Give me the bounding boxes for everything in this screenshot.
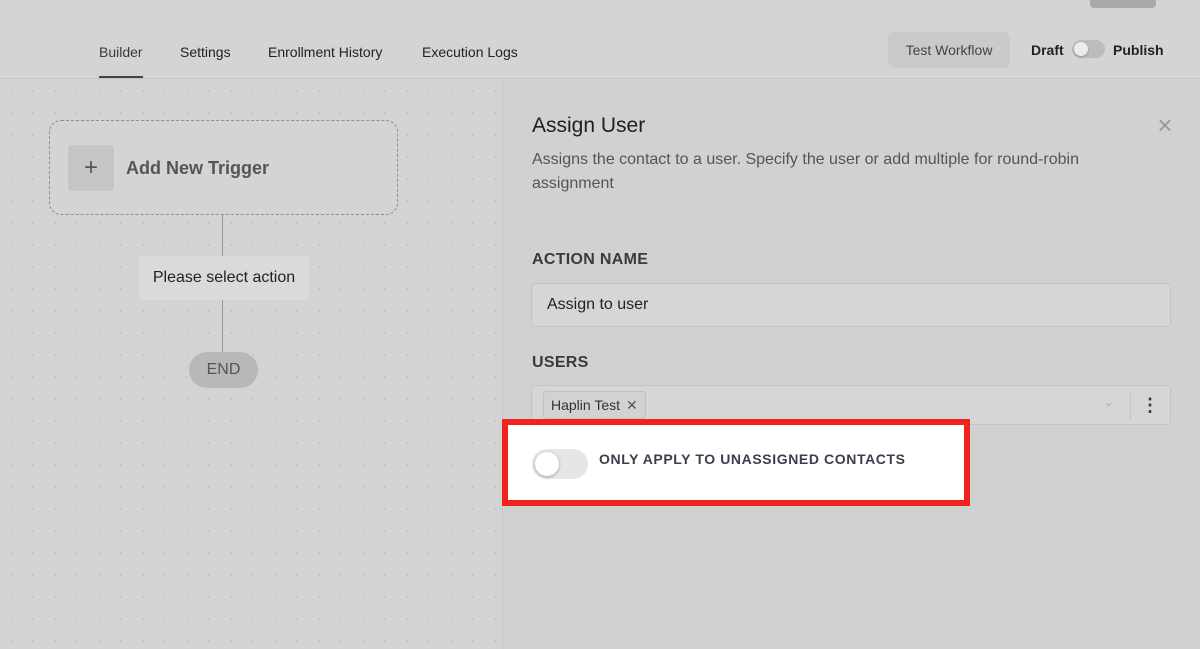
tab-builder[interactable]: Builder <box>99 44 143 78</box>
top-bar: Builder Settings Enrollment History Exec… <box>0 0 1200 79</box>
unassigned-only-toggle[interactable] <box>532 449 588 479</box>
chevron-down-icon[interactable]: ⌄ <box>1104 395 1114 409</box>
connector-line <box>222 300 223 352</box>
connector-line <box>222 215 223 256</box>
user-chip: Haplin Test ✕ <box>543 391 646 419</box>
add-trigger-label: Add New Trigger <box>126 158 270 178</box>
panel-description: Assigns the contact to a user. Specify t… <box>532 151 1079 192</box>
more-options-icon[interactable]: ⋮ <box>1140 392 1160 418</box>
unassigned-only-label: ONLY APPLY TO UNASSIGNED CONTACTS <box>599 451 906 467</box>
chip-remove-icon[interactable]: ✕ <box>626 397 638 414</box>
publish-toggle-knob <box>1074 42 1088 56</box>
select-action-node[interactable]: Please select action <box>138 256 310 300</box>
action-settings-panel: Assign User × Assigns the contact to a u… <box>504 80 1200 649</box>
action-name-input[interactable] <box>531 283 1171 327</box>
toggle-knob <box>535 452 559 476</box>
users-label: USERS <box>532 354 589 371</box>
add-trigger-card[interactable]: + Add New Trigger <box>49 120 398 215</box>
test-workflow-button[interactable]: Test Workflow <box>888 32 1010 68</box>
top-action-button[interactable] <box>1090 0 1156 8</box>
highlight-unassigned-toggle: ONLY APPLY TO UNASSIGNED CONTACTS <box>502 419 970 506</box>
tab-execution-logs[interactable]: Execution Logs <box>422 44 518 78</box>
action-name-label: ACTION NAME <box>532 251 649 268</box>
publish-toggle[interactable] <box>1072 40 1105 58</box>
plus-icon: + <box>68 145 114 191</box>
tab-enrollment-history[interactable]: Enrollment History <box>268 44 382 78</box>
draft-label: Draft <box>1031 42 1064 58</box>
select-divider <box>1130 390 1131 420</box>
close-icon[interactable]: × <box>1154 112 1176 138</box>
workflow-canvas[interactable]: + Add New Trigger Please select action E… <box>0 80 503 649</box>
tab-settings[interactable]: Settings <box>180 44 231 78</box>
panel-title: Assign User <box>532 114 646 137</box>
publish-label: Publish <box>1113 42 1164 58</box>
user-chip-label: Haplin Test <box>551 397 621 413</box>
end-node: END <box>189 352 258 388</box>
